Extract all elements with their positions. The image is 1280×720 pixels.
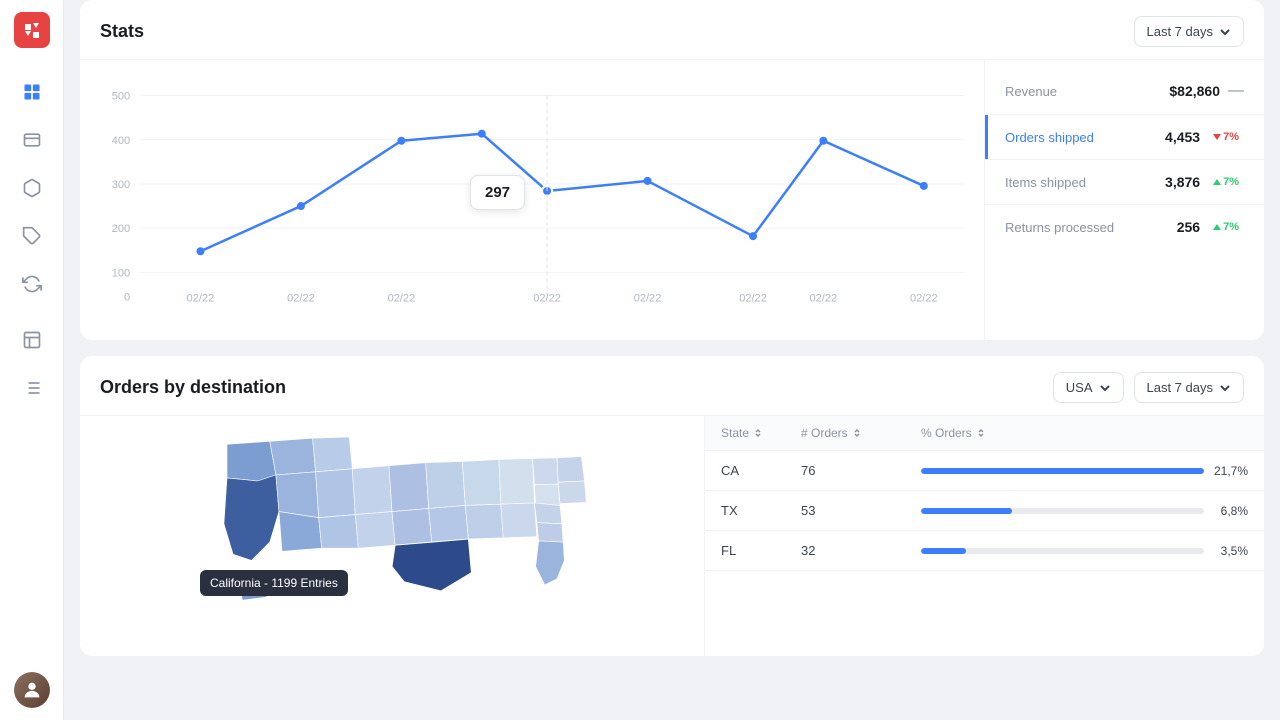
metric-revenue: Revenue $82,860 — (985, 68, 1264, 115)
metric-orders-shipped-badge: 7% (1208, 129, 1244, 145)
state-fl: FL (721, 543, 801, 558)
sidebar-item-billing[interactable] (12, 120, 52, 160)
chart-area: 500 400 300 200 100 0 (80, 60, 984, 340)
svg-text:02/22: 02/22 (910, 292, 938, 304)
metric-items-shipped-label: Items shipped (1005, 175, 1086, 190)
sidebar-item-grid[interactable] (12, 368, 52, 408)
svg-text:02/22: 02/22 (533, 292, 561, 304)
state-ca: CA (721, 463, 801, 478)
metric-items-shipped[interactable]: Items shipped 3,876 7% (985, 160, 1264, 205)
stats-card: Stats Last 7 days 500 (80, 0, 1264, 340)
metric-orders-shipped-label: Orders shipped (1005, 130, 1094, 145)
usa-map (102, 426, 682, 646)
th-state[interactable]: State (721, 426, 801, 440)
orders-period-dropdown[interactable]: Last 7 days (1134, 372, 1245, 403)
metric-orders-shipped[interactable]: Orders shipped 4,453 7% (985, 115, 1264, 160)
sidebar-item-sync[interactable] (12, 264, 52, 304)
svg-text:02/22: 02/22 (287, 292, 315, 304)
app-logo[interactable] (14, 12, 50, 48)
svg-text:200: 200 (112, 223, 130, 235)
user-avatar[interactable] (14, 672, 50, 708)
state-tx: TX (721, 503, 801, 518)
metric-items-shipped-badge: 7% (1208, 174, 1244, 190)
svg-text:02/22: 02/22 (634, 292, 662, 304)
orders-fl: 32 (801, 543, 921, 558)
orders-body: California - 1199 Entries State # Orders (80, 415, 1264, 656)
metric-items-shipped-value: 3,876 (1165, 174, 1200, 190)
orders-ca: 76 (801, 463, 921, 478)
metric-returns[interactable]: Returns processed 256 7% (985, 205, 1264, 249)
map-tooltip: California - 1199 Entries (200, 570, 348, 596)
metric-returns-badge: 7% (1208, 219, 1244, 235)
svg-text:100: 100 (112, 267, 130, 279)
sidebar (0, 0, 64, 720)
th-pct[interactable]: % Orders (921, 426, 1248, 440)
pct-tx: 6,8% (921, 504, 1248, 518)
table-row: FL 32 3,5% (705, 531, 1264, 571)
orders-destination-title: Orders by destination (100, 377, 286, 398)
orders-tx: 53 (801, 503, 921, 518)
stats-header: Stats Last 7 days (80, 0, 1264, 59)
metric-revenue-label: Revenue (1005, 84, 1057, 99)
pct-fl: 3,5% (921, 544, 1248, 558)
svg-text:0: 0 (124, 291, 130, 303)
stats-title: Stats (100, 21, 144, 42)
svg-text:02/22: 02/22 (388, 292, 416, 304)
sidebar-item-tags[interactable] (12, 216, 52, 256)
stats-body: 500 400 300 200 100 0 (80, 59, 1264, 340)
metric-returns-label: Returns processed (1005, 220, 1114, 235)
svg-text:300: 300 (112, 179, 130, 191)
sidebar-item-panel[interactable] (12, 320, 52, 360)
metric-returns-value: 256 (1177, 219, 1200, 235)
metric-revenue-toggle[interactable]: — (1228, 82, 1244, 100)
map-area: California - 1199 Entries (80, 416, 704, 656)
svg-text:02/22: 02/22 (810, 292, 838, 304)
svg-text:500: 500 (112, 91, 130, 103)
sidebar-item-dashboard[interactable] (12, 72, 52, 112)
metric-orders-shipped-value: 4,453 (1165, 129, 1200, 145)
line-chart: 500 400 300 200 100 0 (100, 76, 964, 316)
region-dropdown[interactable]: USA (1053, 372, 1124, 403)
table-row: TX 53 6,8% (705, 491, 1264, 531)
orders-controls: USA Last 7 days (1053, 372, 1244, 403)
svg-text:02/22: 02/22 (187, 292, 215, 304)
pct-ca: 21,7% (921, 464, 1248, 478)
stats-period-dropdown[interactable]: Last 7 days (1134, 16, 1245, 47)
sidebar-item-packages[interactable] (12, 168, 52, 208)
th-orders[interactable]: # Orders (801, 426, 921, 440)
orders-header: Orders by destination USA Last 7 days (80, 356, 1264, 415)
table-row: CA 76 21,7% (705, 451, 1264, 491)
metrics-panel: Revenue $82,860 — Orders shipped 4,453 7… (984, 60, 1264, 340)
table-header: State # Orders % Orders (705, 416, 1264, 451)
svg-text:02/22: 02/22 (739, 292, 767, 304)
orders-destination-card: Orders by destination USA Last 7 days (80, 356, 1264, 656)
main-content: Stats Last 7 days 500 (64, 0, 1280, 720)
orders-table: State # Orders % Orders (704, 416, 1264, 656)
svg-text:400: 400 (112, 135, 130, 147)
metric-revenue-value: $82,860 (1169, 83, 1220, 99)
